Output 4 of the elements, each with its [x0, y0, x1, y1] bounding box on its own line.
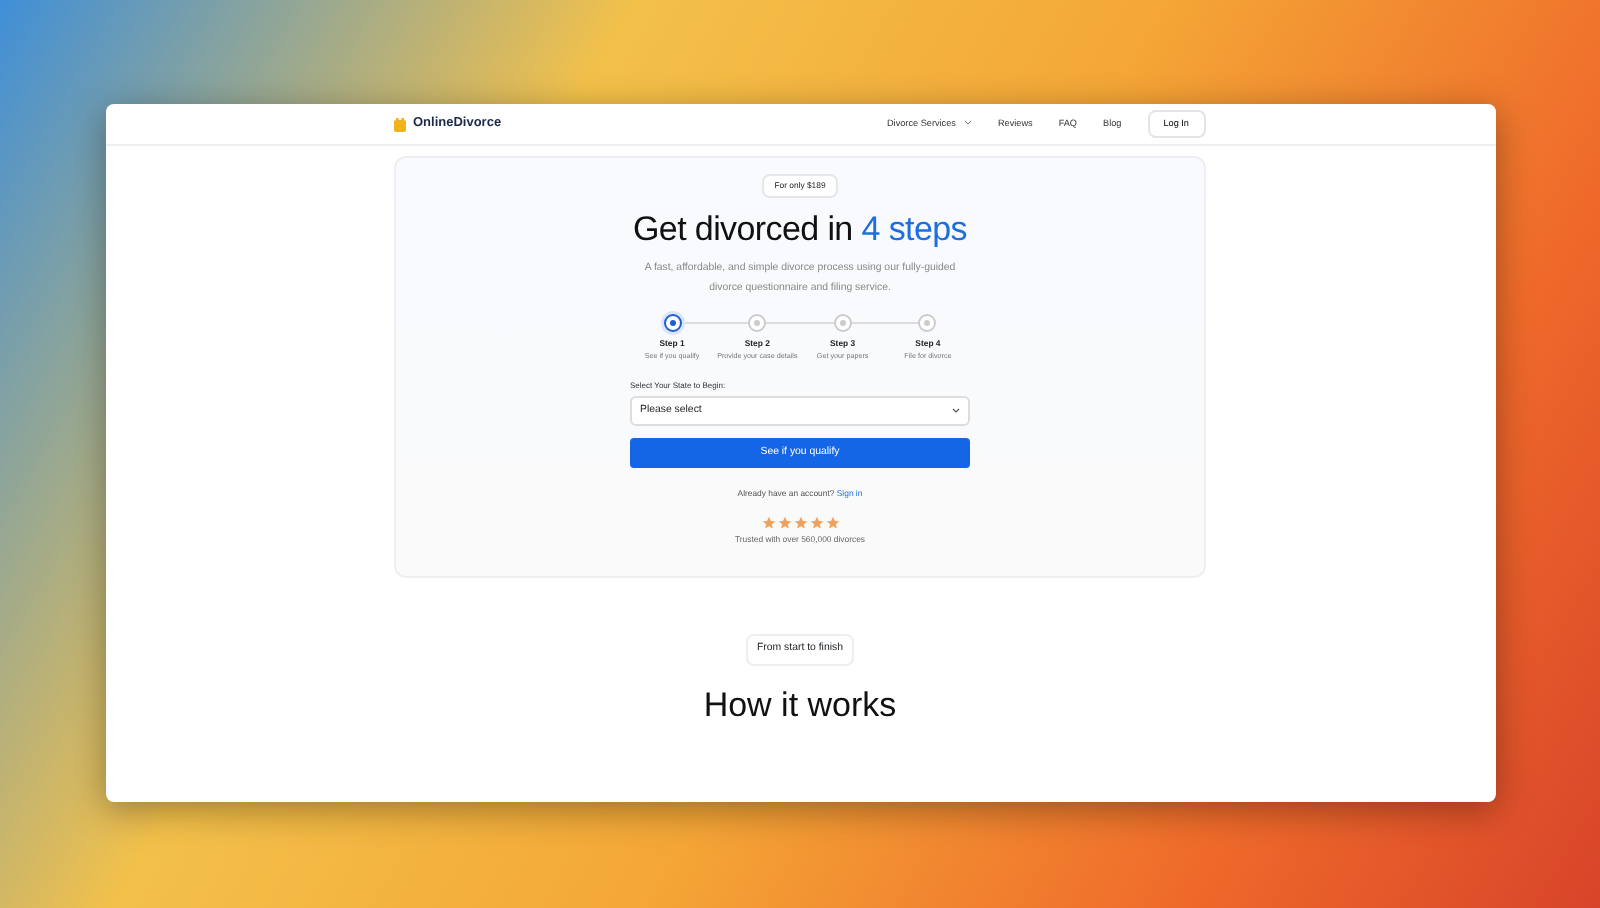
chevron-down-icon [952, 408, 960, 415]
hero-title: Get divorced in 4 steps [633, 210, 967, 252]
section-title: How it works [703, 683, 897, 728]
logo-icon [393, 117, 405, 131]
